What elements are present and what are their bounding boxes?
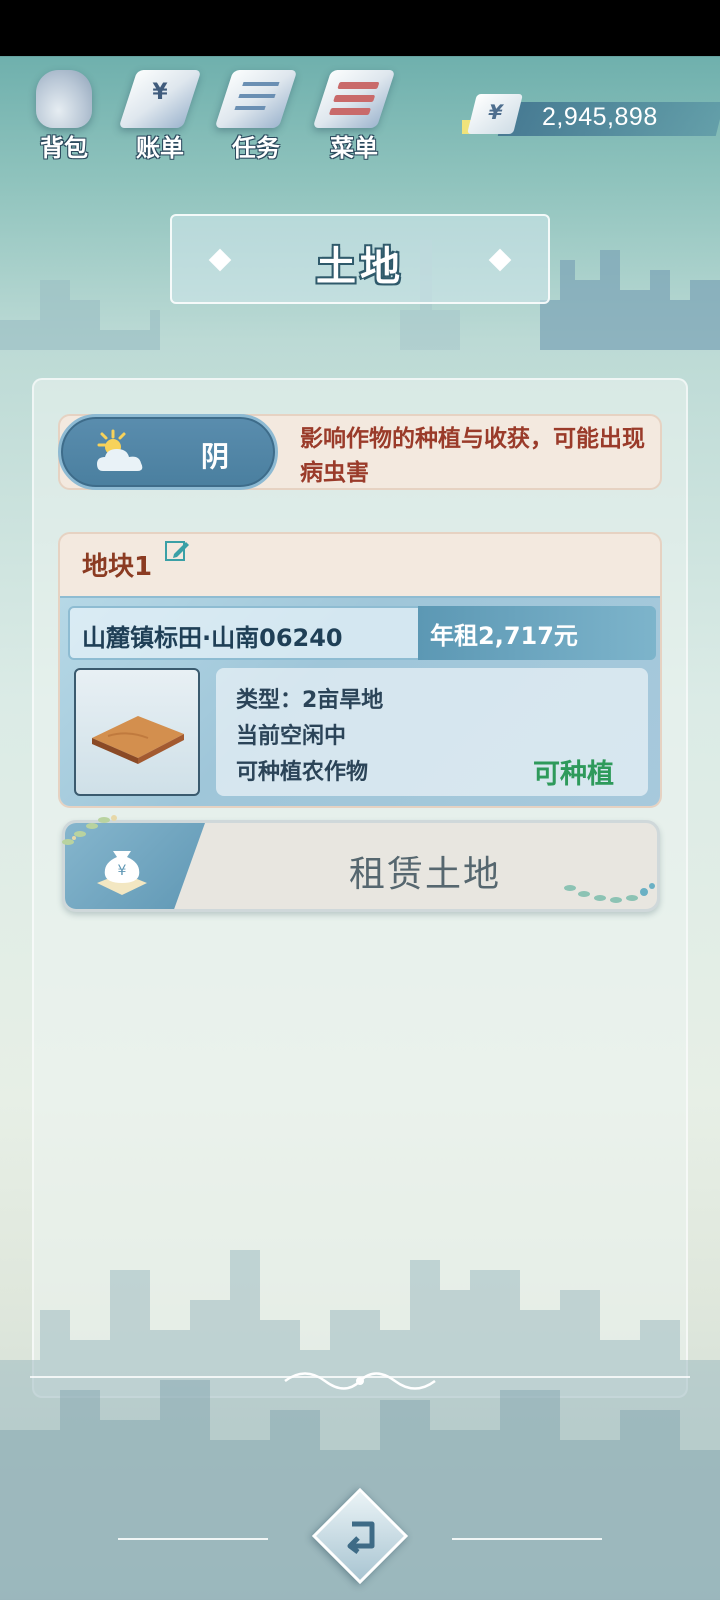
bottom-line-left xyxy=(118,1538,268,1540)
currency-value: 2,945,898 xyxy=(542,103,658,131)
back-button[interactable] xyxy=(311,1487,409,1585)
scroll-ornament-icon xyxy=(284,1372,436,1390)
weather-label: 阴 xyxy=(201,440,230,473)
plot-card[interactable]: 地块1 山麓镇标田·山南06240 年租2,717元 类型：2亩旱地 当前空闲中… xyxy=(58,532,662,808)
nav-task-button[interactable]: 任务 xyxy=(206,64,298,164)
plot-rent-box: 年租2,717元 xyxy=(418,606,656,660)
bottom-line-right xyxy=(452,1538,602,1540)
plot-rent: 年租2,717元 xyxy=(430,622,578,650)
plot-address-bar: 山麓镇标田·山南06240 年租2,717元 xyxy=(68,606,656,660)
plot-address: 山麓镇标田·山南06240 xyxy=(82,624,343,652)
nav-menu-button[interactable]: 菜单 xyxy=(304,64,396,164)
back-arrow-icon xyxy=(347,1521,375,1554)
plot-type: 类型：2亩旱地 xyxy=(236,688,384,713)
plot-crop-info: 可种植农作物 xyxy=(236,760,369,785)
plot-thumbnail xyxy=(74,668,200,796)
plot-state: 当前空闲中 xyxy=(236,724,347,749)
plot-info-box: 类型：2亩旱地 当前空闲中 可种植农作物 可种植 xyxy=(216,668,648,796)
soil-plot-icon xyxy=(92,716,184,764)
nav-menu-label: 菜单 xyxy=(330,134,378,162)
currency-display: ¥ 2,945,898 xyxy=(462,94,720,136)
nav-bill-label: 账单 xyxy=(136,134,184,162)
nav-backpack-label: 背包 xyxy=(40,134,88,162)
weather-row: 阴 影响作物的种植与收获，可能出现病虫害 xyxy=(58,414,662,490)
edit-icon[interactable] xyxy=(164,538,190,564)
backpack-icon xyxy=(36,70,92,128)
weather-description: 影响作物的种植与收获，可能出现病虫害 xyxy=(300,426,645,486)
nav-backpack-button[interactable]: 背包 xyxy=(14,64,104,164)
leaf-decoration-left xyxy=(62,815,117,845)
task-icon xyxy=(214,70,298,128)
plot-status-badge: 可种植 xyxy=(533,759,614,790)
page-title-frame: 土地 xyxy=(170,214,550,304)
bill-yen-glyph: ¥ xyxy=(152,80,168,105)
nav-task-label: 任务 xyxy=(232,134,280,162)
leaf-decoration-right xyxy=(564,883,655,903)
plot-name: 地块1 xyxy=(82,552,153,582)
nav-bill-button[interactable]: ¥ 账单 xyxy=(110,64,202,164)
cloudy-sun-icon xyxy=(97,429,143,471)
status-bar xyxy=(0,0,720,56)
menu-icon xyxy=(312,70,396,128)
weather-badge: 阴 xyxy=(58,414,278,490)
svg-text:¥: ¥ xyxy=(118,863,127,879)
plot-details: 山麓镇标田·山南06240 年租2,717元 类型：2亩旱地 当前空闲中 可种植… xyxy=(60,596,660,806)
